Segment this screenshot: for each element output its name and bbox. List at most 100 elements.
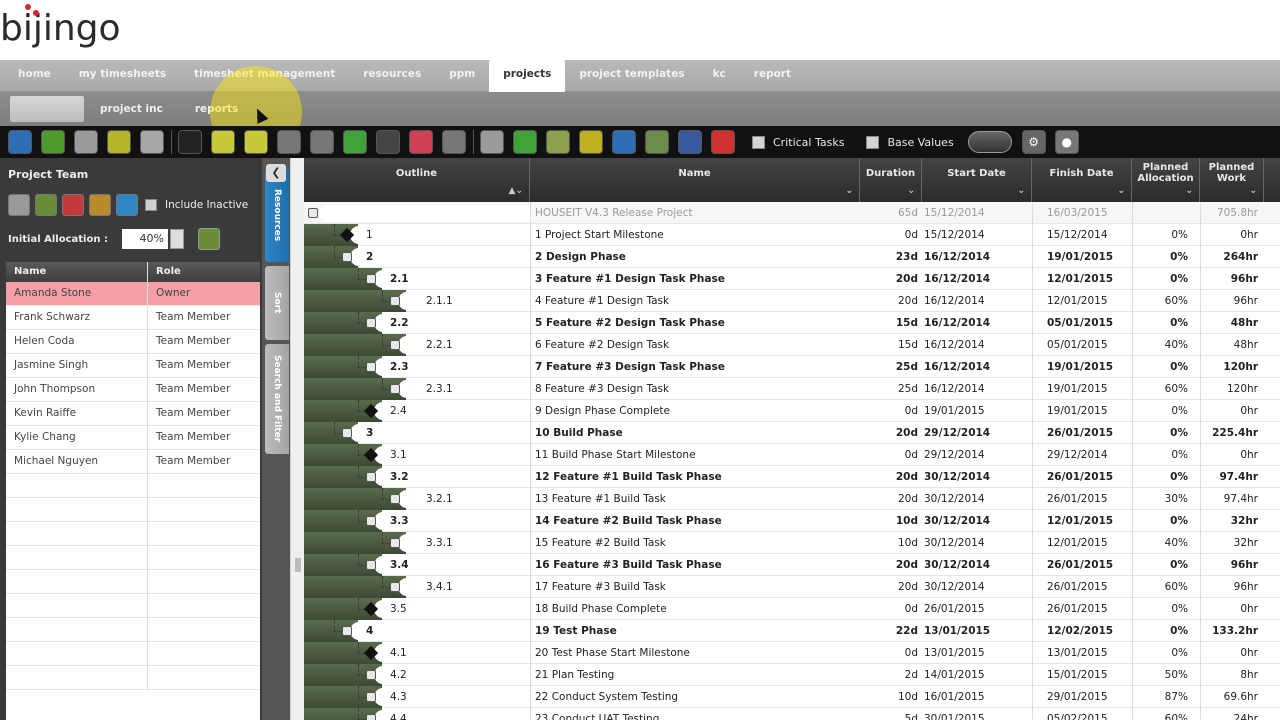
task-name[interactable]: 10 Build Phase: [530, 422, 860, 444]
unlink-icon[interactable]: [310, 130, 334, 154]
outdent-icon[interactable]: [244, 130, 268, 154]
collapse-node-icon[interactable]: [342, 252, 352, 262]
bijingo-logo[interactable]: bijingo: [0, 8, 121, 49]
task-row[interactable]: 3.4 16 Feature #3 Build Task Phase 20d 30/1…: [304, 554, 1280, 576]
splitter-grip[interactable]: [295, 558, 301, 572]
task-row[interactable]: 4.4 23 Conduct UAT Testing 5d 30/01/2015 05/…: [304, 708, 1280, 720]
task-row[interactable]: 3.5 18 Build Phase Complete 0d 26/01/2015 26…: [304, 598, 1280, 620]
trash-icon[interactable]: [140, 130, 164, 154]
task-row[interactable]: 2.3 7 Feature #3 Design Task Phase 25d 16/1…: [304, 356, 1280, 378]
collapse-panel-icon[interactable]: ❮: [266, 164, 286, 182]
task-name[interactable]: 22 Conduct System Testing: [530, 686, 860, 708]
pie-icon[interactable]: [711, 130, 735, 154]
task-row[interactable]: 4.1 20 Test Phase Start Milestone 0d 13/01/…: [304, 642, 1280, 664]
collapse-node-icon[interactable]: [366, 362, 376, 372]
settings-icon[interactable]: [74, 130, 98, 154]
task-node-icon[interactable]: [390, 384, 400, 394]
subnav-item-overview[interactable]: [10, 96, 84, 122]
duration-column-header[interactable]: Duration ⌄: [860, 158, 922, 202]
refresh-icon[interactable]: [35, 194, 57, 216]
link-icon[interactable]: [277, 130, 301, 154]
task-node-icon[interactable]: [366, 714, 376, 720]
team-member-row[interactable]: Kylie Chang Team Member: [6, 426, 260, 450]
sort-icon[interactable]: ⌄: [845, 186, 853, 196]
task-node-icon[interactable]: [366, 670, 376, 680]
task-name[interactable]: 14 Feature #2 Build Task Phase: [530, 510, 860, 532]
nav-item-home[interactable]: home: [4, 60, 65, 92]
task-row[interactable]: 3.2.1 13 Feature #1 Build Task 20d 30/12/20…: [304, 488, 1280, 510]
critical-tasks-checkbox[interactable]: Critical Tasks: [752, 135, 844, 149]
target-icon[interactable]: [376, 130, 400, 154]
nav-item-projects[interactable]: projects: [489, 59, 566, 92]
task-name[interactable]: 7 Feature #3 Design Task Phase: [530, 356, 860, 378]
task-name[interactable]: 1 Project Start Milestone: [530, 224, 860, 246]
back-icon[interactable]: [8, 130, 32, 154]
task-row[interactable]: 3.2 12 Feature #1 Build Task Phase 20d 30/1…: [304, 466, 1280, 488]
expand-icon[interactable]: [178, 130, 202, 154]
refresh-icon[interactable]: [645, 130, 669, 154]
settings-icon[interactable]: [8, 194, 30, 216]
task-row[interactable]: 3.3.1 15 Feature #2 Build Task 10d 30/12/20…: [304, 532, 1280, 554]
task-row[interactable]: 2.2.1 6 Feature #2 Design Task 15d 16/12/20…: [304, 334, 1280, 356]
team-member-row[interactable]: Michael Nguyen Team Member: [6, 450, 260, 474]
collapse-node-icon[interactable]: [342, 626, 352, 636]
work-column-header[interactable]: Planned Work ⌄: [1200, 158, 1264, 202]
task-node-icon[interactable]: [390, 296, 400, 306]
nav-item-kc[interactable]: kc: [699, 60, 740, 92]
bars-icon[interactable]: [89, 194, 111, 216]
subnav-item-project-inc[interactable]: project inc: [84, 96, 179, 122]
chart-icon[interactable]: [62, 194, 84, 216]
nav-item-resources[interactable]: resources: [349, 60, 435, 92]
task-name[interactable]: 18 Build Phase Complete: [530, 598, 860, 620]
collapse-node-icon[interactable]: [366, 472, 376, 482]
task-row[interactable]: 2.3.1 8 Feature #3 Design Task 25d 16/12/20…: [304, 378, 1280, 400]
lock-icon[interactable]: ●: [1054, 130, 1079, 154]
allocation-stepper[interactable]: [169, 229, 184, 249]
task-row[interactable]: 4 19 Test Phase 22d 13/01/2015 12/02/2015 0% 1…: [304, 620, 1280, 642]
task-name[interactable]: 17 Feature #3 Build Task: [530, 576, 860, 598]
task-name[interactable]: 12 Feature #1 Build Task Phase: [530, 466, 860, 488]
calendar-icon[interactable]: [612, 130, 636, 154]
task-name[interactable]: 3 Feature #1 Design Task Phase: [530, 268, 860, 290]
collapse-node-icon[interactable]: [342, 428, 352, 438]
task-row[interactable]: 3.3 14 Feature #2 Build Task Phase 10d 30/1…: [304, 510, 1280, 532]
task-row[interactable]: 2.4 9 Design Phase Complete 0d 19/01/2015 19…: [304, 400, 1280, 422]
side-tab-resources[interactable]: Resources: [265, 168, 289, 262]
team-member-row[interactable]: John Thompson Team Member: [6, 378, 260, 402]
task-node-icon[interactable]: [366, 692, 376, 702]
sort-icon[interactable]: ▲⌄: [509, 186, 523, 196]
task-name[interactable]: 8 Feature #3 Design Task: [530, 378, 860, 400]
task-name[interactable]: 9 Design Phase Complete: [530, 400, 860, 422]
print-icon[interactable]: [678, 130, 702, 154]
gantt-icon[interactable]: [546, 130, 570, 154]
start-date-column-header[interactable]: Start Date ⌄: [922, 158, 1032, 202]
task-name[interactable]: HOUSEIT V4.3 Release Project: [530, 202, 860, 224]
nav-item-ppm[interactable]: ppm: [435, 60, 489, 92]
panel-splitter[interactable]: [290, 158, 304, 720]
initial-allocation-input[interactable]: 40%: [121, 229, 168, 249]
nav-item-report[interactable]: report: [740, 60, 805, 92]
chart-icon[interactable]: [442, 130, 466, 154]
task-row[interactable]: 2.1.1 4 Feature #1 Design Task 20d 16/12/20…: [304, 290, 1280, 312]
indent-icon[interactable]: [211, 130, 235, 154]
task-name[interactable]: 16 Feature #3 Build Task Phase: [530, 554, 860, 576]
task-name[interactable]: 19 Test Phase: [530, 620, 860, 642]
task-name[interactable]: 23 Conduct UAT Testing: [530, 708, 860, 720]
task-row[interactable]: HOUSEIT V4.3 Release Project 65d 15/12/201…: [304, 202, 1280, 224]
side-tab-search-and-filter[interactable]: Search and Filter: [265, 344, 289, 454]
team-member-row[interactable]: Kevin Raiffe Team Member: [6, 402, 260, 426]
task-row[interactable]: 1 1 Project Start Milestone 0d 15/12/2014 15…: [304, 224, 1280, 246]
task-name[interactable]: 11 Build Phase Start Milestone: [530, 444, 860, 466]
task-row[interactable]: 2.2 5 Feature #2 Design Task Phase 15d 16/1…: [304, 312, 1280, 334]
team-member-row[interactable]: Frank Schwarz Team Member: [6, 306, 260, 330]
task-name[interactable]: 20 Test Phase Start Milestone: [530, 642, 860, 664]
cube-icon[interactable]: [107, 130, 131, 154]
task-row[interactable]: 4.2 21 Plan Testing 2d 14/01/2015 15/01/2015…: [304, 664, 1280, 686]
task-name[interactable]: 5 Feature #2 Design Task Phase: [530, 312, 860, 334]
task-name[interactable]: 6 Feature #2 Design Task: [530, 334, 860, 356]
side-tab-sort[interactable]: Sort: [265, 266, 289, 340]
apply-allocation-button[interactable]: [197, 228, 220, 250]
nav-item-my-timesheets[interactable]: my timesheets: [65, 60, 180, 92]
subnav-item-reports[interactable]: reports: [179, 96, 254, 122]
nav-item-project-templates[interactable]: project templates: [565, 60, 698, 92]
